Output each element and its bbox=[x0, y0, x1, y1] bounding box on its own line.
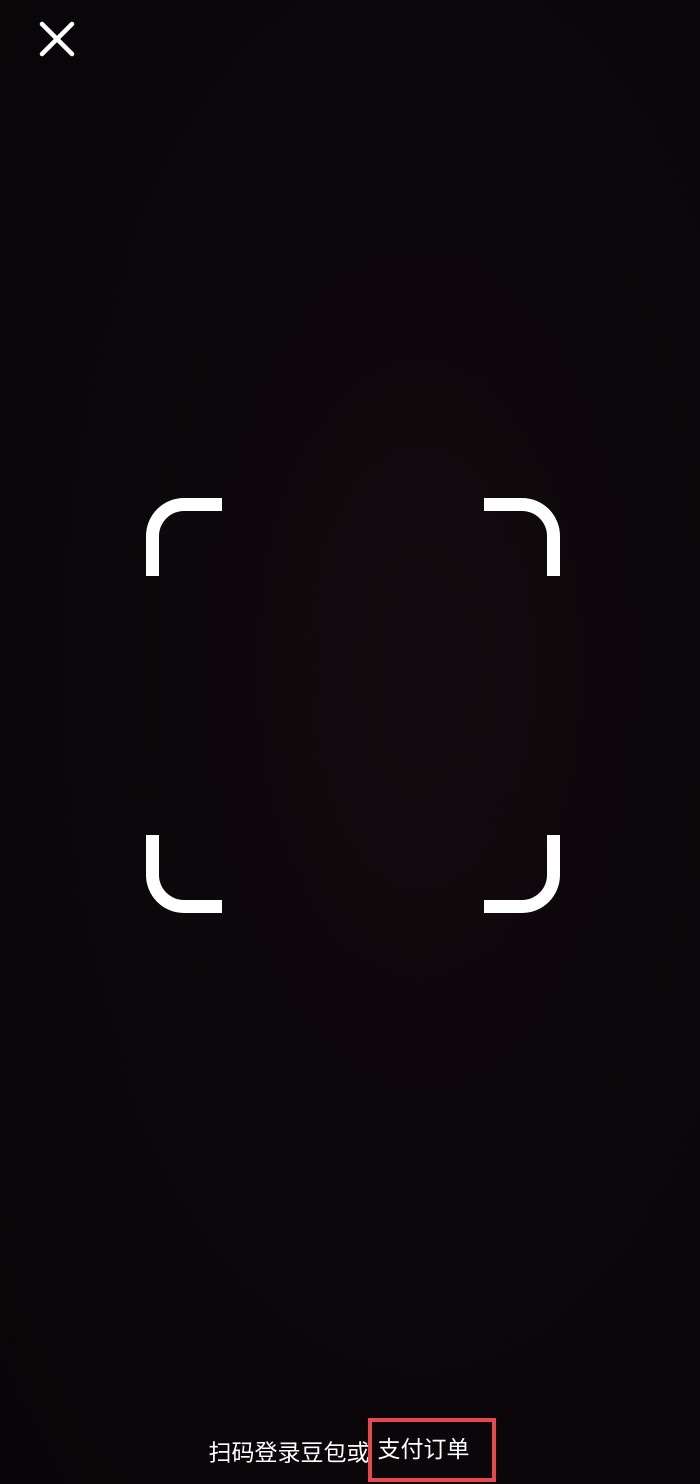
scan-corner-bottom-right bbox=[484, 835, 560, 913]
scan-hint-text: 扫码登录豆包或 bbox=[208, 1440, 370, 1467]
scan-hint: 扫码登录豆包或 支付订单 bbox=[0, 1418, 700, 1482]
scan-frame bbox=[146, 498, 560, 913]
scan-corner-bottom-left bbox=[146, 835, 222, 913]
close-icon bbox=[39, 21, 75, 57]
scanner-screen: 扫码登录豆包或 支付订单 bbox=[0, 0, 700, 1484]
scan-corner-top-left bbox=[146, 498, 222, 576]
pay-order-link[interactable]: 支付订单 bbox=[367, 1418, 496, 1482]
close-button[interactable] bbox=[30, 12, 84, 66]
scan-corner-top-right bbox=[484, 498, 560, 576]
